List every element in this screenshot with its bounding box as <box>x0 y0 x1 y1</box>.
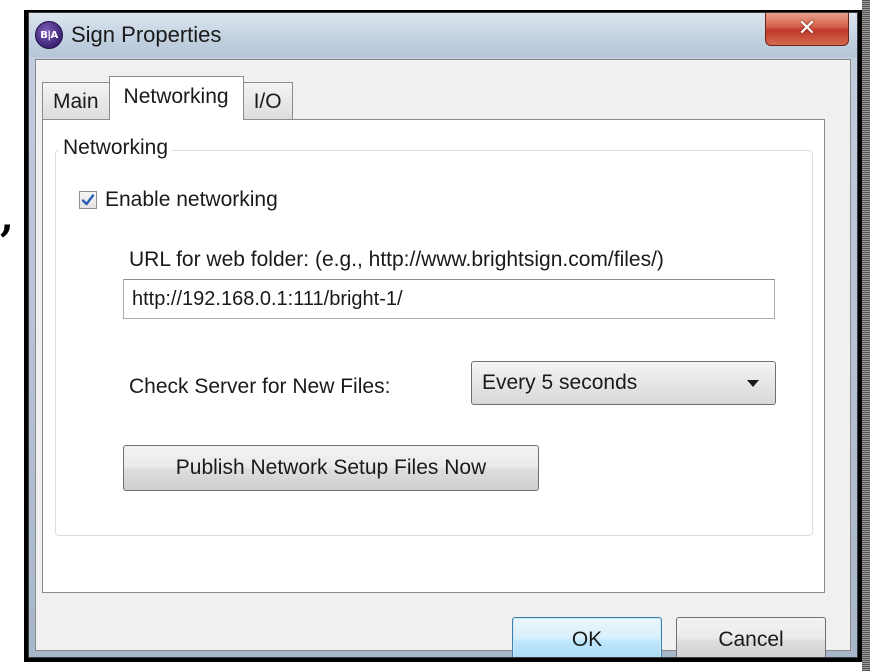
close-icon: ✕ <box>797 16 817 41</box>
url-folder-label: URL for web folder: (e.g., http://www.br… <box>129 248 664 271</box>
tab-io[interactable]: I/O <box>242 82 293 120</box>
sign-properties-dialog: B|A Sign Properties ✕ Main Networking I/… <box>28 12 858 658</box>
dialog-footer: OK Cancel <box>36 605 850 657</box>
networking-tab-panel: Networking Enable networking URL for web… <box>42 119 825 593</box>
cancel-button[interactable]: Cancel <box>676 617 826 657</box>
enable-networking-row[interactable]: Enable networking <box>79 188 278 212</box>
title-bar[interactable]: B|A Sign Properties ✕ <box>29 13 857 57</box>
window-title: Sign Properties <box>71 22 222 47</box>
enable-networking-checkbox[interactable] <box>79 191 97 209</box>
check-server-value: Every 5 seconds <box>482 371 638 394</box>
dialog-body: Main Networking I/O Networking Enable ne… <box>35 59 851 657</box>
enable-networking-label[interactable]: Enable networking <box>105 188 278 212</box>
stray-comma: , <box>0 194 14 241</box>
chevron-down-icon <box>747 379 759 387</box>
publish-network-setup-button[interactable]: Publish Network Setup Files Now <box>123 445 539 491</box>
networking-group-title: Networking <box>59 136 173 160</box>
close-button[interactable]: ✕ <box>765 13 849 46</box>
checkmark-icon <box>81 194 95 206</box>
brightauthor-logo-icon: B|A <box>35 21 63 49</box>
tab-strip: Main Networking I/O <box>42 76 293 120</box>
url-folder-input[interactable] <box>123 279 775 319</box>
check-server-select[interactable]: Every 5 seconds <box>471 361 776 405</box>
edge-texture <box>862 0 870 671</box>
check-server-label: Check Server for New Files: <box>129 375 391 398</box>
tab-main[interactable]: Main <box>42 82 110 120</box>
ok-button[interactable]: OK <box>512 617 662 657</box>
tab-networking[interactable]: Networking <box>108 76 244 120</box>
